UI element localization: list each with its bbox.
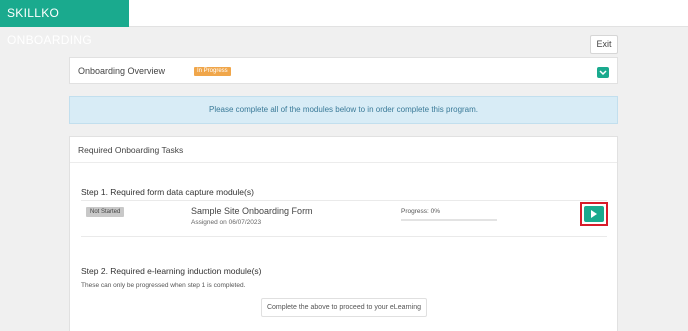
onboarding-overview-panel[interactable]: Onboarding Overview In Progress bbox=[69, 57, 618, 84]
tasks-title: Required Onboarding Tasks bbox=[78, 145, 184, 155]
progress-label: Progress: 0% bbox=[401, 208, 441, 215]
brand-logo: SKILLKO ONBOARDING bbox=[0, 0, 129, 47]
status-badge: In Progress bbox=[194, 67, 231, 76]
divider bbox=[81, 236, 607, 237]
required-tasks-panel: Required Onboarding Tasks Step 1. Requir… bbox=[69, 136, 618, 331]
step2-heading: Step 2. Required e-learning induction mo… bbox=[81, 266, 262, 276]
chevron-down-icon bbox=[599, 70, 607, 76]
start-module-button[interactable] bbox=[584, 206, 604, 222]
expand-toggle-button[interactable] bbox=[597, 67, 609, 78]
module-status-badge: Not Started bbox=[86, 207, 125, 217]
step1-heading: Step 1. Required form data capture modul… bbox=[81, 187, 254, 197]
info-banner: Please complete all of the modules below… bbox=[69, 96, 618, 124]
step2-note: These can only be progressed when step 1… bbox=[81, 282, 246, 289]
progress-bar bbox=[401, 219, 497, 221]
divider bbox=[81, 200, 607, 201]
top-bar: SKILLKO ONBOARDING bbox=[0, 0, 688, 47]
divider bbox=[70, 162, 617, 163]
exit-button[interactable]: Exit bbox=[590, 35, 618, 54]
proceed-notice: Complete the above to proceed to your eL… bbox=[261, 298, 427, 317]
play-icon bbox=[591, 210, 597, 218]
module-title: Sample Site Onboarding Form bbox=[191, 206, 313, 216]
overview-title: Onboarding Overview bbox=[78, 66, 166, 76]
module-assigned-date: Assigned on 06/07/2023 bbox=[191, 219, 262, 226]
